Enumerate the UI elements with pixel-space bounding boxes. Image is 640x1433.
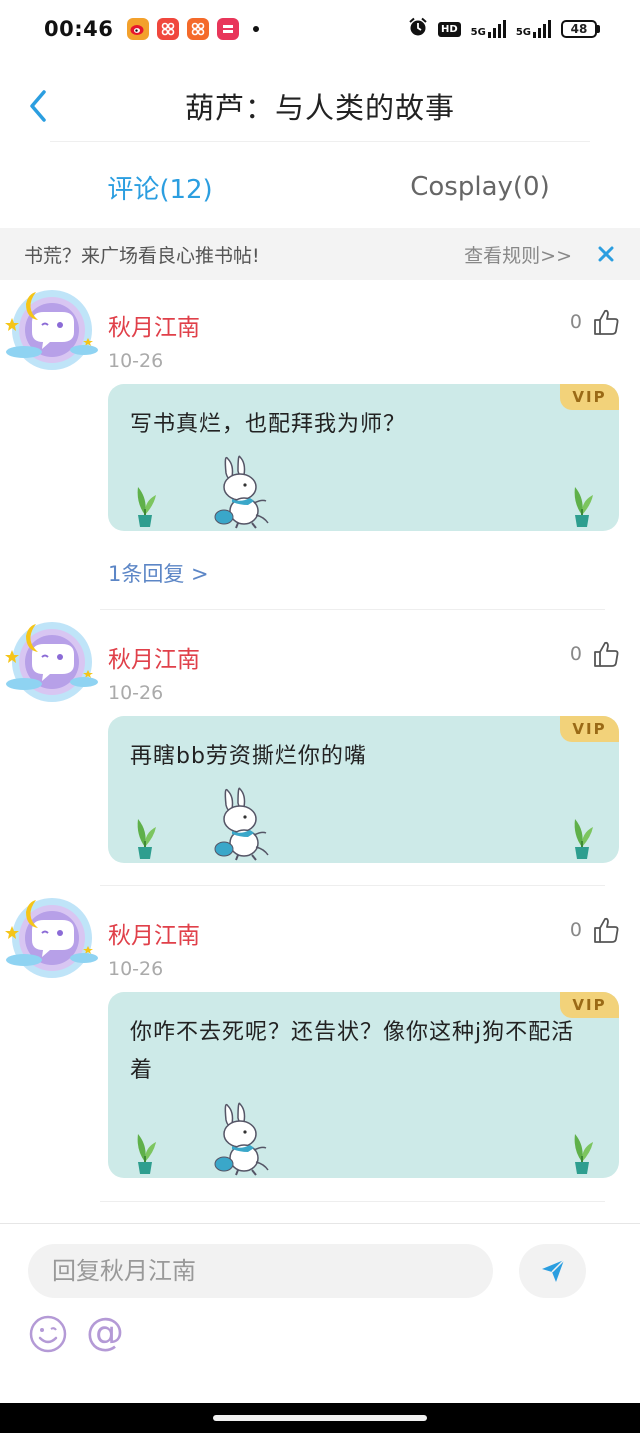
plant-icon bbox=[130, 813, 160, 861]
status-bar: 00:46 HD 5G 5G 48 bbox=[0, 0, 640, 58]
avatar[interactable] bbox=[4, 610, 100, 706]
notification-dot bbox=[253, 26, 260, 32]
status-app-icons bbox=[127, 18, 260, 40]
chevron-left-icon bbox=[30, 90, 46, 122]
comment-bubble: VIP 再瞎bb劳资撕烂你的嘴 bbox=[108, 716, 619, 863]
thumbs-up-icon bbox=[592, 916, 620, 944]
avatar[interactable] bbox=[4, 886, 100, 982]
weibo-icon bbox=[127, 18, 150, 40]
tab-cosplay[interactable]: Cosplay(0) bbox=[320, 150, 640, 224]
close-icon[interactable] bbox=[596, 244, 616, 264]
signal-5g-icon-2: 5G bbox=[516, 20, 551, 38]
reply-bar: @ bbox=[0, 1223, 640, 1403]
comment-date: 10-26 bbox=[108, 350, 164, 372]
comment-date: 10-26 bbox=[108, 958, 164, 980]
reply-input[interactable] bbox=[28, 1244, 493, 1298]
app-icon-pink bbox=[217, 18, 240, 40]
plant-icon bbox=[130, 1128, 160, 1176]
comment-username[interactable]: 秋月江南 bbox=[108, 916, 200, 950]
thumbs-up-icon bbox=[592, 308, 620, 336]
notice-text[interactable]: 书荒？来广场看良心推书帖! bbox=[24, 241, 260, 268]
app-icon-orange bbox=[187, 18, 210, 40]
comment-divider bbox=[100, 1201, 605, 1202]
plant-icon bbox=[567, 813, 597, 861]
alarm-icon bbox=[408, 17, 428, 41]
like-count: 0 bbox=[569, 311, 582, 333]
comment-username[interactable]: 秋月江南 bbox=[108, 640, 200, 674]
system-nav-bar bbox=[0, 1403, 640, 1433]
thumbs-up-icon bbox=[592, 640, 620, 668]
comment-text: 写书真烂，也配拜我为师？ bbox=[130, 412, 407, 437]
status-time: 00:46 bbox=[44, 17, 114, 41]
mention-button[interactable]: @ bbox=[86, 1310, 124, 1354]
send-icon bbox=[541, 1259, 565, 1282]
view-replies-link[interactable]: 1条回复 > bbox=[108, 558, 209, 588]
plant-icon bbox=[130, 481, 160, 529]
rabbit-icon bbox=[210, 787, 276, 861]
header-divider bbox=[50, 141, 590, 142]
like-count: 0 bbox=[569, 919, 582, 941]
emoji-button[interactable] bbox=[28, 1314, 68, 1354]
comment-bubble: VIP 你咋不去死呢？还告状？像你这种j狗不配活着 bbox=[108, 992, 619, 1178]
app-icon-red bbox=[157, 18, 180, 40]
comment-date: 10-26 bbox=[108, 682, 164, 704]
comment-item: 秋月江南 10-26 0 VIP 再瞎bb劳资撕烂你的嘴 bbox=[0, 610, 640, 886]
view-rules-link[interactable]: 查看规则>> bbox=[464, 241, 572, 268]
plant-icon bbox=[567, 1128, 597, 1176]
comment-username[interactable]: 秋月江南 bbox=[108, 308, 200, 342]
battery-icon: 48 bbox=[561, 20, 600, 38]
send-button[interactable] bbox=[519, 1244, 586, 1298]
plant-icon bbox=[567, 481, 597, 529]
comment-bubble: VIP 写书真烂，也配拜我为师？ bbox=[108, 384, 619, 531]
avatar[interactable] bbox=[4, 278, 100, 374]
back-button[interactable] bbox=[22, 88, 54, 124]
smiley-icon bbox=[29, 1315, 67, 1353]
nav-header: 葫芦：与人类的故事 bbox=[0, 70, 640, 142]
comment-item: 秋月江南 10-26 0 VIP 写书真烂，也配拜我为师？ 1条回复 > bbox=[0, 278, 640, 610]
signal-5g-icon: 5G bbox=[471, 20, 506, 38]
page-title: 葫芦：与人类的故事 bbox=[184, 91, 455, 125]
comment-item: 秋月江南 10-26 0 VIP 你咋不去死呢？还告状？像你这种j狗不配活着 bbox=[0, 886, 640, 1202]
tab-bar: 评论(12) Cosplay(0) bbox=[0, 150, 640, 224]
like-button[interactable]: 0 bbox=[570, 640, 620, 668]
hd-icon: HD bbox=[437, 21, 461, 37]
rabbit-icon bbox=[210, 455, 276, 529]
comment-text: 再瞎bb劳资撕烂你的嘴 bbox=[130, 744, 367, 769]
rabbit-icon bbox=[210, 1102, 276, 1176]
like-button[interactable]: 0 bbox=[570, 916, 620, 944]
home-indicator[interactable] bbox=[213, 1415, 427, 1421]
like-count: 0 bbox=[569, 643, 582, 665]
comment-text: 你咋不去死呢？还告状？像你这种j狗不配活着 bbox=[130, 1020, 575, 1083]
like-button[interactable]: 0 bbox=[570, 308, 620, 336]
notice-banner: 书荒？来广场看良心推书帖! 查看规则>> bbox=[0, 228, 640, 280]
tab-comments[interactable]: 评论(12) bbox=[0, 150, 320, 224]
